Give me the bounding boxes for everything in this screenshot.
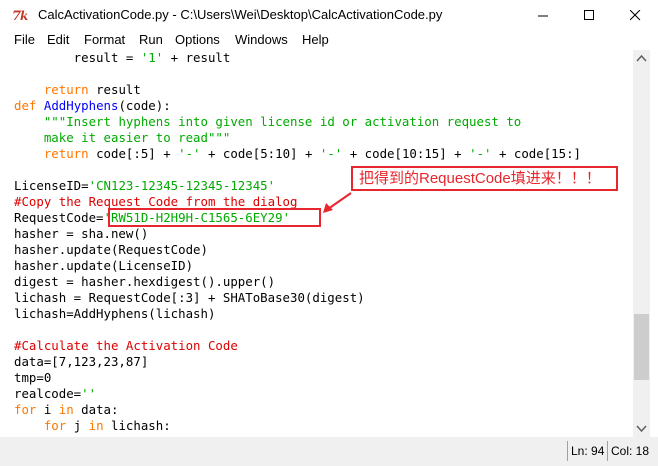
idle-editor-window: 7 k CalcActivationCode.py - C:\Users\Wei…	[0, 0, 658, 466]
code-string: '-'	[469, 146, 492, 161]
code-line: tmp=0	[14, 370, 51, 386]
code-string: '-'	[178, 146, 201, 161]
vertical-scrollbar[interactable]	[633, 50, 650, 437]
code-text: + code[10:15] +	[342, 146, 470, 161]
code-text: lichash:	[103, 418, 171, 433]
menu-format[interactable]: Format	[84, 32, 125, 47]
code-keyword: def	[14, 98, 37, 113]
code-line: #Calculate the Activation Code	[14, 338, 238, 354]
code-text: LicenseID=	[14, 178, 89, 193]
code-text: + result	[163, 50, 231, 65]
code-editor[interactable]: result = '1' + result return result def …	[0, 50, 633, 437]
code-text: result	[88, 82, 141, 97]
code-line: hasher = sha.new()	[14, 226, 148, 242]
code-text: result =	[14, 50, 141, 65]
code-text: + code[15:]	[491, 146, 582, 161]
status-line-number: Ln: 94	[567, 441, 607, 461]
request-code-highlight-box	[108, 208, 321, 227]
code-line: """Insert hyphens into given license id …	[14, 114, 521, 130]
code-line: for i in data:	[14, 402, 118, 418]
annotation-arrow-icon	[323, 192, 352, 213]
code-line: data=[7,123,23,87]	[14, 354, 148, 370]
code-line: for j in lichash:	[14, 418, 171, 434]
maximize-icon	[584, 10, 594, 20]
code-line: return code[:5] + '-' + code[5:10] + '-'…	[14, 146, 581, 162]
code-line: hasher.update(LicenseID)	[14, 258, 193, 274]
code-line: return result	[14, 82, 141, 98]
code-text: hasher.update(LicenseID)	[14, 258, 194, 273]
menu-file[interactable]: File	[14, 32, 35, 47]
code-line: lichash=AddHyphens(lichash)	[14, 306, 215, 322]
code-keyword: in	[88, 418, 104, 433]
code-text: hasher = sha.new()	[14, 226, 149, 241]
chevron-down-icon	[636, 425, 647, 433]
code-text: (code):	[118, 98, 171, 113]
scroll-down-button[interactable]	[633, 420, 650, 437]
menu-options[interactable]: Options	[175, 32, 220, 47]
code-line: hasher.update(RequestCode)	[14, 242, 208, 258]
menu-edit[interactable]: Edit	[47, 32, 69, 47]
code-text: lichash = RequestCode[:3] + SHAToBase30(…	[14, 290, 365, 305]
close-icon	[630, 10, 641, 21]
code-text: lichash=AddHyphens(lichash)	[14, 306, 216, 321]
code-line: result = '1' + result	[14, 50, 231, 66]
code-text: data:	[73, 402, 119, 417]
menu-bar: File Edit Format Run Options Windows Hel…	[0, 30, 658, 50]
minimize-icon	[538, 15, 548, 17]
code-line: digest = hasher.hexdigest().upper()	[14, 274, 275, 290]
code-text: realcode=	[14, 386, 82, 401]
menu-run[interactable]: Run	[139, 32, 163, 47]
status-column-number: Col: 18	[607, 441, 651, 461]
code-text: i	[36, 402, 59, 417]
code-text: hasher.update(RequestCode)	[14, 242, 208, 257]
code-line: lichash = RequestCode[:3] + SHAToBase30(…	[14, 290, 365, 306]
code-string: 'CN123-12345-12345-12345'	[88, 178, 276, 193]
maximize-button[interactable]	[566, 0, 612, 30]
menu-windows[interactable]: Windows	[235, 32, 288, 47]
code-line: LicenseID='CN123-12345-12345-12345'	[14, 178, 275, 194]
scroll-thumb[interactable]	[634, 314, 649, 380]
code-line: make it easier to read"""	[14, 130, 231, 146]
chevron-up-icon	[636, 54, 647, 62]
svg-text:k: k	[20, 9, 28, 23]
code-text: data=[7,123,23,87]	[14, 354, 149, 369]
code-string: """Insert hyphens into given license id …	[43, 114, 522, 129]
code-text: tmp=0	[14, 370, 52, 385]
code-comment: #Copy the Request Code from the dialog	[14, 194, 298, 209]
title-bar[interactable]: 7 k CalcActivationCode.py - C:\Users\Wei…	[0, 0, 658, 30]
code-text: digest = hasher.hexdigest().upper()	[14, 274, 276, 289]
code-string: '1'	[140, 50, 164, 65]
code-keyword: for	[14, 402, 37, 417]
code-keyword: for	[43, 418, 67, 433]
code-line: realcode=''	[14, 386, 96, 402]
window-title: CalcActivationCode.py - C:\Users\Wei\Des…	[38, 7, 443, 22]
code-string: ''	[81, 386, 97, 401]
menu-help[interactable]: Help	[302, 32, 329, 47]
code-text: code[:5] +	[88, 146, 179, 161]
close-button[interactable]	[612, 0, 658, 30]
code-definition: AddHyphens	[43, 98, 119, 113]
code-keyword: return	[43, 82, 89, 97]
code-keyword: return	[43, 146, 89, 161]
code-comment: #Calculate the Activation Code	[14, 338, 238, 353]
code-line: def AddHyphens(code):	[14, 98, 171, 114]
code-string: make it easier to read"""	[43, 130, 231, 145]
scroll-up-button[interactable]	[633, 50, 650, 67]
code-string: '-'	[319, 146, 343, 161]
annotation-callout: 把得到的RequestCode填进来！！！	[351, 166, 618, 191]
python-idle-icon: 7 k	[12, 7, 30, 24]
status-bar: Ln: 94 Col: 18	[0, 437, 658, 466]
code-text: j	[66, 418, 89, 433]
code-text: RequestCode=	[14, 210, 104, 225]
code-keyword: in	[58, 402, 74, 417]
code-text: + code[5:10] +	[200, 146, 320, 161]
minimize-button[interactable]	[520, 0, 566, 30]
